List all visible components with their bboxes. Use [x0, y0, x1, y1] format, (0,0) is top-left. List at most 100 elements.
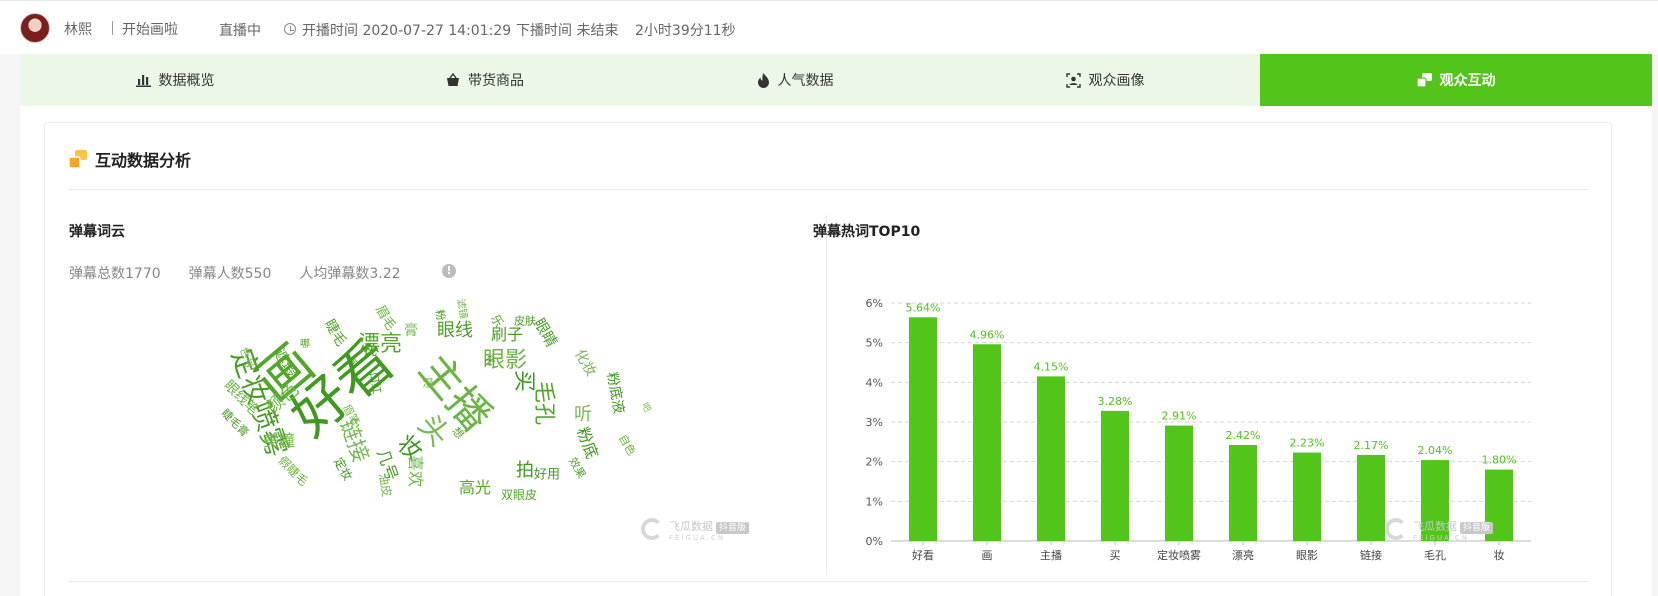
x-tick-label: 主播	[1040, 548, 1062, 562]
data-label: 5.64%	[906, 301, 941, 314]
bar	[1293, 452, 1321, 541]
end-time: 下播时间 未结束	[516, 23, 619, 39]
interaction-icon	[1416, 73, 1432, 87]
clock-icon	[284, 23, 296, 35]
info-icon[interactable]: !	[442, 264, 456, 278]
wordcloud-title: 弹幕词云	[69, 224, 125, 240]
data-label: 4.96%	[970, 328, 1005, 341]
bar	[1037, 376, 1065, 541]
data-label: 2.91%	[1162, 410, 1197, 423]
bar	[909, 317, 937, 541]
watermark-tag: 抖音版	[716, 522, 750, 534]
danmaku-per-user: 人均弹幕数3.22	[299, 266, 401, 282]
live-room-header: 林熙 开始画啦 直播中 开播时间 2020-07-27 14:01:29 下播时…	[0, 0, 1658, 54]
y-tick-label: 3%	[866, 416, 883, 429]
word-cloud-word: 假睫毛	[275, 453, 311, 489]
tab-bar: 数据概览 带货商品 人气数据 观众画像 观众互动	[20, 54, 1652, 106]
x-tick-label: 毛孔	[1424, 549, 1446, 562]
word-cloud-word: 说	[363, 343, 377, 359]
x-tick-label: 链接	[1360, 548, 1382, 562]
x-tick-label: 漂亮	[1232, 548, 1254, 562]
live-status: 直播中	[219, 23, 261, 39]
x-tick-label: 眼影	[1296, 549, 1318, 562]
word-cloud-word: 好用	[533, 467, 561, 483]
watermark-sub: FEIGUA.CN	[669, 534, 726, 542]
word-cloud-word: 毛孔	[531, 380, 556, 426]
watermark-name: 飞瓜数据	[669, 520, 713, 533]
tab-label: 人气数据	[777, 73, 834, 89]
main-content: 互动数据分析 弹幕词云 弹幕总数1770 弹幕人数550 人均弹幕数3.22 !…	[20, 106, 1652, 596]
word-cloud-word: 粉	[432, 308, 448, 322]
user-frame-icon	[1065, 72, 1081, 88]
tab-label: 观众互动	[1439, 73, 1496, 89]
watermark-logo-icon	[1385, 517, 1407, 540]
anchor-name[interactable]: 林熙	[64, 19, 92, 39]
word-cloud-word: 油皮	[376, 471, 394, 499]
word-cloud-word: 膏	[404, 323, 418, 339]
top10-title: 弹幕热词TOP10	[813, 224, 921, 240]
bar	[1101, 410, 1129, 541]
x-tick-label: 好看	[912, 548, 934, 562]
word-cloud-word: 滤镜	[454, 298, 469, 320]
watermark-sub: FEIGUA.CN	[1413, 534, 1470, 542]
tab-products[interactable]: 带货商品	[330, 54, 640, 106]
bar	[1357, 454, 1385, 541]
y-tick-label: 5%	[866, 337, 883, 350]
data-label: 2.04%	[1418, 444, 1453, 457]
y-tick-label: 1%	[866, 495, 883, 508]
data-label: 1.80%	[1482, 454, 1517, 467]
danmaku-word-cloud: 好看画主播 定妆喷雾头妆漂亮 眼影 眼线 链接买毛孔 颜色 刷子听拍高光 喜欢 几号 美瞳 粉底 遮瑕…	[175, 298, 715, 553]
word-cloud-word: 吧	[638, 401, 653, 415]
watermark-tag: 抖音版	[1460, 522, 1494, 534]
tab-audience-interaction[interactable]: 观众互动	[1260, 54, 1652, 106]
room-title-text: 开始画啦	[122, 22, 178, 38]
live-duration: 2小时39分11秒	[635, 23, 736, 39]
tab-label: 带货商品	[468, 73, 524, 89]
word-cloud-word: 化妆	[571, 346, 599, 380]
word-cloud-word: 喜欢	[406, 454, 425, 488]
word-cloud-word: 高光	[458, 478, 492, 497]
tab-label: 数据概览	[158, 73, 215, 89]
bar	[973, 344, 1001, 541]
bar	[1229, 445, 1257, 541]
word-cloud-word: 粉底液	[603, 370, 627, 416]
y-tick-label: 2%	[866, 456, 883, 469]
tab-popularity[interactable]: 人气数据	[640, 54, 950, 106]
watermark-name: 飞瓜数据	[1413, 520, 1457, 533]
x-tick-label: 画	[982, 549, 993, 562]
x-tick-label: 定妆喷雾	[1157, 548, 1201, 562]
data-label: 3.28%	[1098, 395, 1133, 408]
word-cloud-word: 刷子	[490, 325, 524, 344]
tab-data-overview[interactable]: 数据概览	[20, 54, 330, 106]
watermark-right: 飞瓜数据 抖音版 FEIGUA.CN	[1385, 515, 1494, 542]
word-cloud-word: 拍	[516, 460, 534, 481]
word-cloud-word: 双眼皮	[500, 488, 538, 502]
data-label: 2.42%	[1226, 429, 1261, 442]
interaction-icon	[69, 150, 87, 168]
danmaku-stats: 弹幕总数1770 弹幕人数550 人均弹幕数3.22	[69, 263, 429, 283]
section-title: 互动数据分析	[95, 151, 192, 170]
data-label: 4.15%	[1034, 360, 1069, 373]
card-divider	[69, 189, 1589, 190]
watermark-left: 飞瓜数据 抖音版 FEIGUA.CN	[641, 515, 750, 542]
word-cloud-word: 粉底	[573, 424, 602, 462]
word-cloud-word: 听	[574, 404, 592, 425]
data-label: 2.17%	[1354, 439, 1389, 452]
y-tick-label: 6%	[866, 297, 883, 310]
word-cloud-word: 自色	[615, 432, 639, 458]
panel-divider	[826, 215, 827, 575]
y-tick-label: 0%	[866, 535, 883, 548]
bar	[1165, 425, 1193, 541]
tab-audience-profile[interactable]: 观众画像	[950, 54, 1260, 106]
room-title: 开始画啦	[110, 19, 178, 39]
avatar[interactable]	[20, 13, 50, 43]
word-cloud-word: 眼线	[437, 320, 473, 341]
watermark-text: 飞瓜数据 抖音版 FEIGUA.CN	[669, 515, 750, 542]
flame-icon	[757, 72, 769, 88]
card-header: 互动数据分析	[69, 147, 191, 171]
tab-label: 观众画像	[1088, 73, 1145, 89]
shopping-basket-icon	[447, 73, 459, 86]
watermark-text: 飞瓜数据 抖音版 FEIGUA.CN	[1413, 515, 1494, 542]
word-cloud-word: 口红	[366, 371, 384, 395]
interaction-analysis-card: 互动数据分析 弹幕词云 弹幕总数1770 弹幕人数550 人均弹幕数3.22 !…	[44, 122, 1612, 596]
